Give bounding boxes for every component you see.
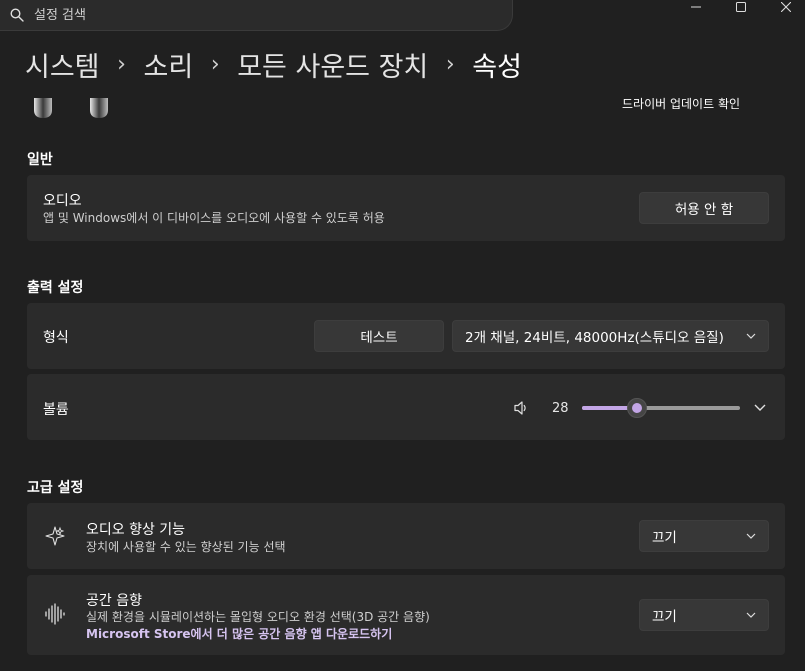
chevron-down-icon (746, 612, 756, 618)
section-title-general: 일반 (27, 152, 53, 168)
breadcrumb-item-sound[interactable]: 소리 (144, 45, 194, 84)
volume-slider[interactable] (582, 398, 740, 418)
section-title-advanced: 고급 설정 (27, 480, 84, 496)
format-title: 형식 (43, 330, 69, 346)
format-dropdown[interactable]: 2개 채널, 24비트, 48000Hz(스튜디오 음질) (452, 320, 769, 352)
sound-wave-icon (45, 603, 65, 625)
speaker-icon[interactable] (513, 400, 529, 416)
minimize-button[interactable] (686, 0, 706, 14)
breadcrumb: 시스템 › 소리 › 모든 사운드 장치 › 속성 (25, 44, 522, 84)
breadcrumb-item-all-devices[interactable]: 모든 사운드 장치 (237, 45, 428, 84)
chevron-down-icon[interactable] (754, 404, 766, 412)
search-box[interactable] (0, 0, 513, 31)
enhancement-dropdown[interactable]: 끄기 (639, 520, 769, 552)
enhancement-dropdown-value: 끄기 (652, 530, 677, 546)
breadcrumb-separator: › (117, 51, 126, 77)
minimize-icon (691, 6, 701, 8)
format-card: 형식 테스트 2개 채널, 24비트, 48000Hz(스튜디오 음질) (27, 303, 785, 369)
store-link[interactable]: Microsoft Store에서 더 많은 공간 음향 앱 다운로드하기 (86, 625, 392, 642)
audio-title: 오디오 (43, 193, 82, 209)
search-input[interactable] (34, 3, 494, 27)
enhancement-description: 장치에 사용할 수 있는 향상된 기능 선택 (86, 540, 286, 554)
maximize-button[interactable] (731, 0, 751, 14)
page-title: 속성 (472, 51, 522, 83)
search-icon (10, 8, 24, 22)
enhancement-title: 오디오 향상 기능 (86, 522, 186, 538)
speaker-device-icon (90, 98, 108, 118)
format-dropdown-value: 2개 채널, 24비트, 48000Hz(스튜디오 음질) (465, 330, 724, 346)
maximize-icon (736, 2, 746, 12)
test-button[interactable]: 테스트 (314, 320, 444, 352)
close-icon (781, 2, 791, 12)
enhancement-card: 오디오 향상 기능 장치에 사용할 수 있는 향상된 기능 선택 끄기 (27, 503, 785, 569)
speaker-device-icon (34, 98, 52, 118)
spatial-dropdown[interactable]: 끄기 (639, 599, 769, 631)
volume-slider-thumb[interactable] (627, 398, 648, 418)
spatial-dropdown-value: 끄기 (652, 609, 677, 625)
breadcrumb-separator: › (445, 51, 455, 77)
chevron-down-icon (746, 333, 756, 339)
close-button[interactable] (776, 0, 796, 14)
audio-card: 오디오 앱 및 Windows에서 이 디바이스를 오디오에 사용할 수 있도록… (27, 175, 785, 241)
driver-update-link[interactable]: 드라이버 업데이트 확인 (622, 95, 740, 112)
breadcrumb-item-system[interactable]: 시스템 (25, 45, 100, 84)
section-title-output: 출력 설정 (27, 280, 84, 296)
spatial-card: 공간 음향 실제 환경을 시뮬레이션하는 몰입형 오디오 환경 선택(3D 공간… (27, 575, 785, 655)
breadcrumb-separator: › (210, 51, 220, 77)
audio-description: 앱 및 Windows에서 이 디바이스를 오디오에 사용할 수 있도록 허용 (43, 211, 385, 225)
spatial-description: 실제 환경을 시뮬레이션하는 몰입형 오디오 환경 선택(3D 공간 음향) (86, 610, 430, 624)
disallow-button[interactable]: 허용 안 함 (639, 192, 769, 224)
spatial-title: 공간 음향 (86, 593, 142, 609)
sparkle-icon (45, 526, 65, 546)
volume-card: 볼륨 28 (27, 374, 785, 440)
chevron-down-icon (746, 533, 756, 539)
volume-value: 28 (552, 401, 569, 416)
volume-title: 볼륨 (43, 402, 69, 418)
